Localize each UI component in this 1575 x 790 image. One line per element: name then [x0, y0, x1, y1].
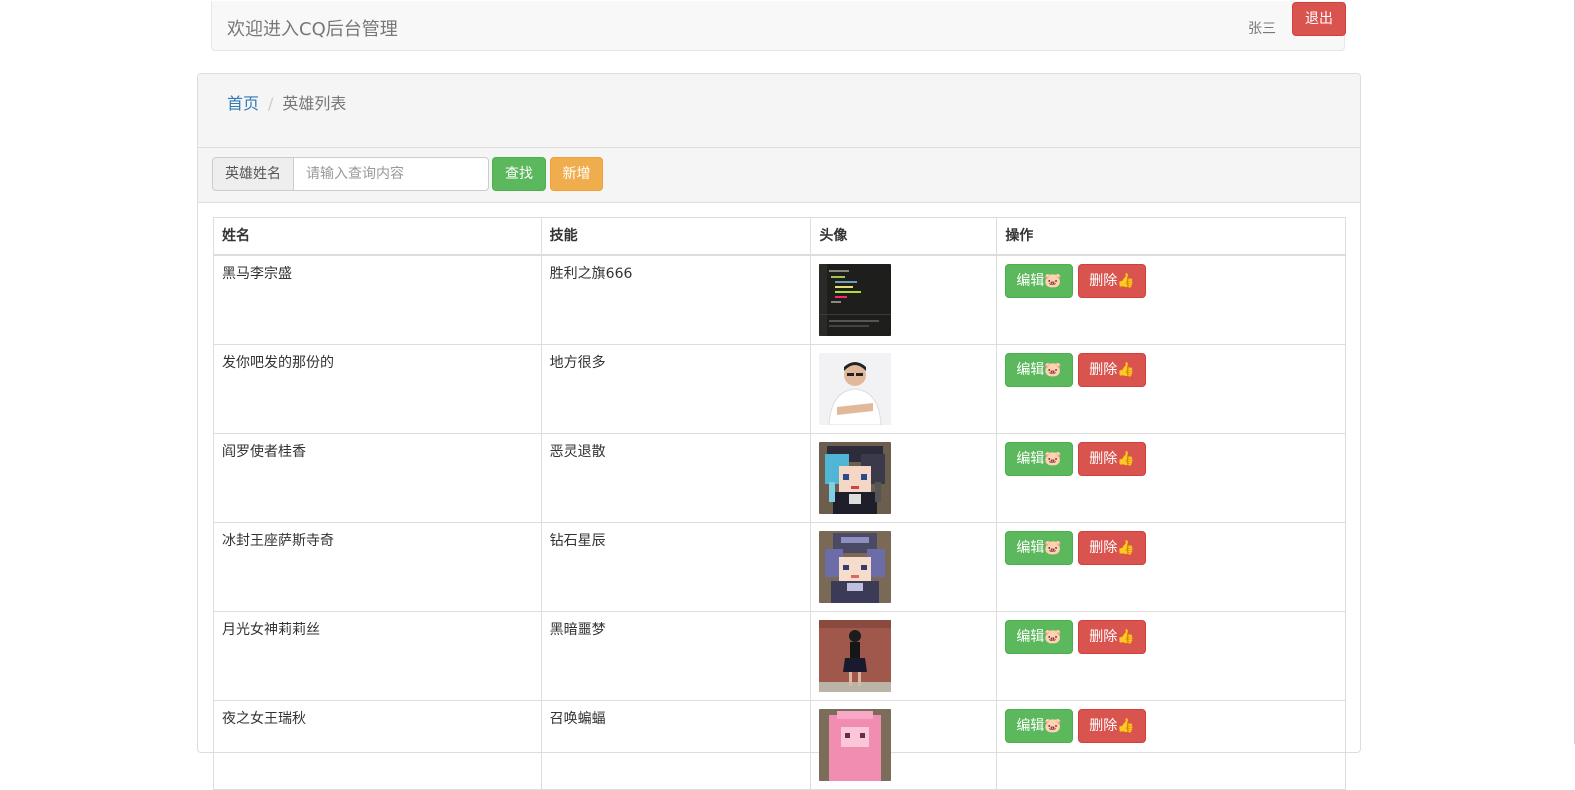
hero-actions-cell: 编辑🐷 删除👍	[996, 344, 1346, 434]
hero-avatar-cell	[810, 611, 998, 701]
brand-title: 欢迎进入CQ后台管理	[227, 19, 398, 40]
hero-actions-cell: 编辑🐷 删除👍	[996, 254, 1346, 345]
delete-button[interactable]: 删除👍	[1078, 709, 1146, 743]
search-field-label: 英雄姓名	[212, 157, 294, 191]
hero-name-cell: 发你吧发的那份的	[213, 344, 542, 434]
table-header-row: 姓名 技能 头像 操作	[213, 217, 1346, 256]
edit-button[interactable]: 编辑🐷	[1005, 709, 1073, 743]
hero-avatar-cell	[810, 700, 998, 790]
pixel-girl-purple-hat-avatar	[819, 531, 892, 603]
woman-photo-avatar	[819, 620, 892, 692]
table-row: 阎罗使者桂香 恶灵退散 编辑🐷 删除👍	[213, 433, 1346, 523]
current-user-name: 张三	[1248, 21, 1276, 37]
search-input[interactable]	[293, 157, 489, 191]
column-header-avatar: 头像	[810, 217, 998, 256]
delete-button[interactable]: 删除👍	[1078, 620, 1146, 654]
panel-heading: 首页 / 英雄列表	[198, 74, 1360, 148]
hero-table: 姓名 技能 头像 操作 黑马李宗盛 胜利之旗666 编辑🐷 删除👍 发你吧发的那…	[213, 217, 1346, 790]
pixel-pink-character-avatar	[819, 709, 892, 781]
search-button[interactable]: 查找	[492, 157, 546, 191]
logout-button[interactable]: 退出	[1292, 2, 1346, 36]
top-navbar: 欢迎进入CQ后台管理 张三 退出	[211, 1, 1346, 51]
add-hero-button[interactable]: 新增	[550, 157, 603, 191]
hero-actions-cell: 编辑🐷 删除👍	[996, 522, 1346, 612]
delete-button[interactable]: 删除👍	[1078, 264, 1146, 298]
table-row: 冰封王座萨斯寺奇 钻石星辰 编辑🐷 删除👍	[213, 522, 1346, 612]
hero-skill-cell: 钻石星辰	[540, 522, 812, 612]
hero-avatar-cell	[810, 254, 998, 345]
edit-button[interactable]: 编辑🐷	[1005, 264, 1073, 298]
column-header-skill: 技能	[540, 217, 812, 256]
search-bar: 英雄姓名 查找 新增	[198, 148, 1360, 203]
edit-button[interactable]: 编辑🐷	[1005, 442, 1073, 476]
hero-name-cell: 夜之女王瑞秋	[213, 700, 542, 790]
hero-avatar-cell	[810, 433, 998, 523]
hero-skill-cell: 黑暗噩梦	[540, 611, 812, 701]
breadcrumb: 首页 / 英雄列表	[227, 90, 346, 114]
delete-button[interactable]: 删除👍	[1078, 353, 1146, 387]
table-row: 月光女神莉莉丝 黑暗噩梦 编辑🐷 删除👍	[213, 611, 1346, 701]
man-portrait-avatar	[819, 353, 892, 425]
hero-skill-cell: 地方很多	[540, 344, 812, 434]
column-header-actions: 操作	[996, 217, 1346, 256]
code-screenshot-avatar	[819, 264, 892, 336]
hero-skill-cell: 胜利之旗666	[540, 254, 812, 345]
breadcrumb-current: 英雄列表	[282, 94, 347, 113]
hero-skill-cell: 恶灵退散	[540, 433, 812, 523]
delete-button[interactable]: 删除👍	[1078, 531, 1146, 565]
breadcrumb-separator: /	[268, 94, 274, 113]
breadcrumb-home-link[interactable]: 首页	[227, 94, 259, 113]
hero-list-panel: 首页 / 英雄列表 英雄姓名 查找 新增 姓名 技能 头像 操作 黑马李宗盛 胜利之…	[197, 73, 1361, 790]
hero-avatar-cell	[810, 344, 998, 434]
delete-button[interactable]: 删除👍	[1078, 442, 1146, 476]
hero-avatar-cell	[810, 522, 998, 612]
hero-skill-cell: 召唤蝙蝠	[540, 700, 812, 790]
hero-actions-cell: 编辑🐷 删除👍	[996, 611, 1346, 701]
table-row: 黑马李宗盛 胜利之旗666 编辑🐷 删除👍	[213, 254, 1346, 345]
table-row: 发你吧发的那份的 地方很多 编辑🐷 删除👍	[213, 344, 1346, 434]
column-header-name: 姓名	[213, 217, 542, 256]
edit-button[interactable]: 编辑🐷	[1005, 531, 1073, 565]
edit-button[interactable]: 编辑🐷	[1005, 353, 1073, 387]
hero-name-cell: 黑马李宗盛	[213, 254, 542, 345]
edit-button[interactable]: 编辑🐷	[1005, 620, 1073, 654]
hero-actions-cell: 编辑🐷 删除👍	[996, 700, 1346, 790]
hero-name-cell: 月光女神莉莉丝	[213, 611, 542, 701]
hero-name-cell: 阎罗使者桂香	[213, 433, 542, 523]
table-row: 夜之女王瑞秋 召唤蝙蝠 编辑🐷 删除👍	[213, 700, 1346, 790]
pixel-girl-blue-hair-avatar	[819, 442, 892, 514]
hero-actions-cell: 编辑🐷 删除👍	[996, 433, 1346, 523]
hero-name-cell: 冰封王座萨斯寺奇	[213, 522, 542, 612]
